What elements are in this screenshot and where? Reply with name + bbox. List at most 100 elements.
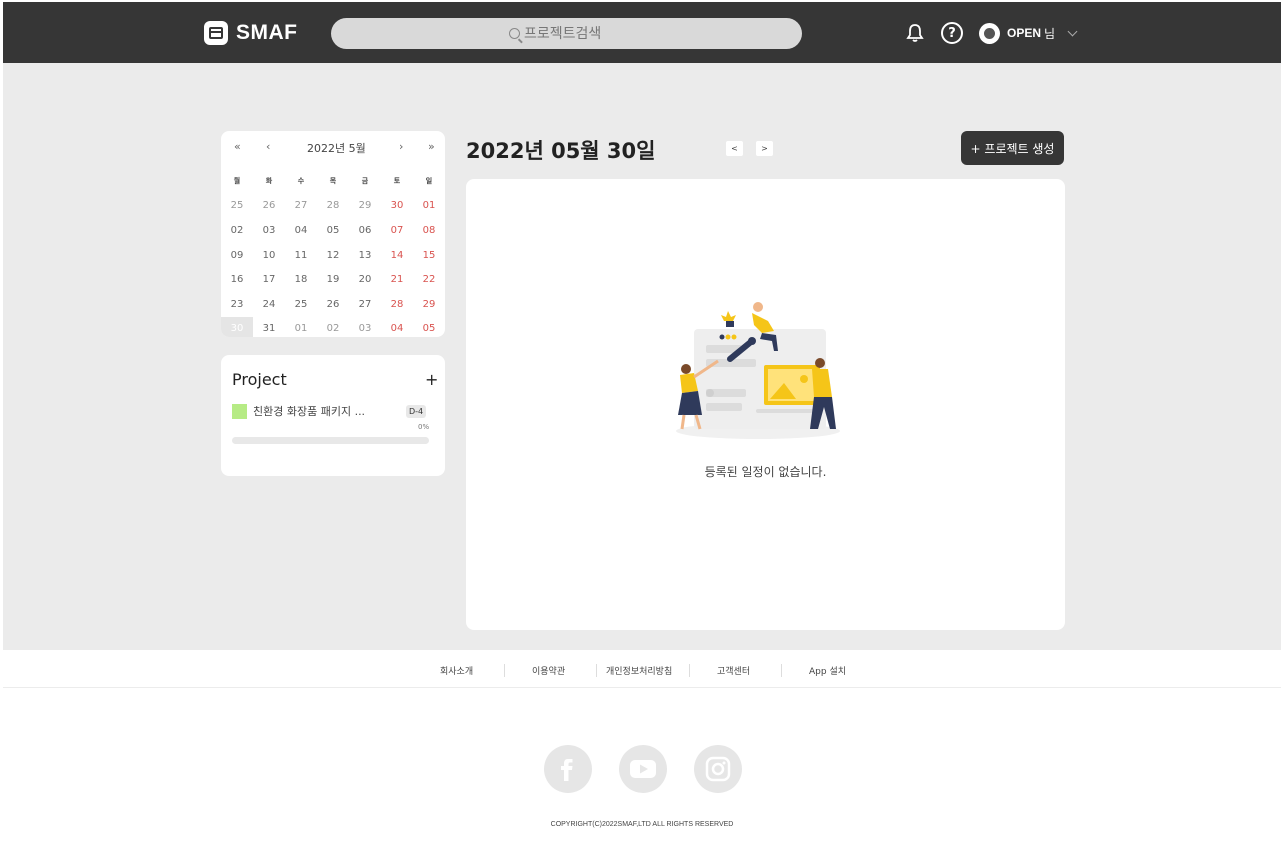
weekday-row: 월 화 수 목 금 토 일 bbox=[221, 169, 445, 194]
project-item[interactable]: 친환경 화장품 패키지 ... bbox=[232, 403, 365, 419]
progress-percent: 0% bbox=[418, 423, 430, 431]
calendar-day[interactable]: 21 bbox=[381, 274, 413, 285]
calendar-day[interactable]: 04 bbox=[285, 225, 317, 236]
calendar-day[interactable]: 30 bbox=[381, 200, 413, 211]
calendar-day[interactable]: 26 bbox=[253, 200, 285, 211]
calendar-day[interactable]: 28 bbox=[381, 299, 413, 310]
calendar-day[interactable]: 03 bbox=[253, 225, 285, 236]
top-header: SMAF ? OPEN 님 bbox=[3, 2, 1281, 63]
calendar-day[interactable]: 10 bbox=[253, 250, 285, 261]
calendar-day[interactable]: 01 bbox=[413, 200, 445, 211]
calendar-day-selected[interactable]: 30 bbox=[221, 316, 253, 337]
footer-link-company[interactable]: 회사소개 bbox=[440, 664, 473, 677]
footer-divider bbox=[504, 664, 505, 677]
footer-divider bbox=[781, 664, 782, 677]
add-project-button[interactable]: + bbox=[425, 370, 438, 389]
prev-year-button[interactable]: « bbox=[234, 140, 241, 153]
search-icon bbox=[509, 28, 520, 39]
calendar-day[interactable]: 29 bbox=[349, 200, 381, 211]
weekday-label: 수 bbox=[297, 177, 305, 186]
weekday-label: 월 bbox=[233, 177, 241, 186]
next-year-button[interactable]: » bbox=[428, 140, 435, 153]
search-bar[interactable] bbox=[331, 18, 802, 49]
footer-link-privacy[interactable]: 개인정보처리방침 bbox=[606, 664, 672, 677]
project-color-swatch bbox=[232, 403, 247, 419]
user-name[interactable]: OPEN bbox=[1007, 26, 1041, 40]
calendar-week: 09 10 11 12 13 14 15 bbox=[221, 243, 445, 268]
calendar-day[interactable]: 28 bbox=[317, 200, 349, 211]
calendar-day[interactable]: 25 bbox=[285, 299, 317, 310]
weekday-label: 일 bbox=[425, 177, 433, 186]
calendar-day[interactable]: 06 bbox=[349, 225, 381, 236]
calendar-day[interactable]: 15 bbox=[413, 250, 445, 261]
calendar-day[interactable]: 27 bbox=[349, 299, 381, 310]
next-month-button[interactable]: › bbox=[399, 140, 403, 153]
calendar-day[interactable]: 02 bbox=[317, 323, 349, 334]
calendar-day[interactable]: 24 bbox=[253, 299, 285, 310]
weekday-label: 금 bbox=[361, 177, 369, 186]
calendar-day[interactable]: 08 bbox=[413, 225, 445, 236]
header-actions: ? OPEN 님 bbox=[903, 21, 1078, 45]
calendar-day[interactable]: 01 bbox=[285, 323, 317, 334]
calendar-day[interactable]: 26 bbox=[317, 299, 349, 310]
footer-links: 회사소개 이용약관 개인정보처리방침 고객센터 App 설치 bbox=[0, 658, 1284, 683]
calendar-day[interactable]: 29 bbox=[413, 299, 445, 310]
facebook-icon[interactable] bbox=[544, 745, 592, 793]
logo[interactable]: SMAF bbox=[204, 21, 298, 45]
calendar-week: 16 17 18 19 20 21 22 bbox=[221, 267, 445, 292]
logo-text: SMAF bbox=[236, 21, 298, 44]
calendar-day[interactable]: 23 bbox=[221, 299, 253, 310]
calendar-day[interactable]: 04 bbox=[381, 323, 413, 334]
dday-badge: D-4 bbox=[406, 405, 427, 418]
calendar-day[interactable]: 02 bbox=[221, 225, 253, 236]
project-panel-title: Project bbox=[232, 370, 287, 389]
youtube-icon[interactable] bbox=[619, 745, 667, 793]
create-project-button[interactable]: + 프로젝트 생성 bbox=[961, 131, 1064, 165]
footer-link-app[interactable]: App 설치 bbox=[809, 664, 846, 677]
bell-icon[interactable] bbox=[903, 21, 927, 45]
calendar-day[interactable]: 11 bbox=[285, 250, 317, 261]
instagram-icon[interactable] bbox=[694, 745, 742, 793]
project-panel: Project + 친환경 화장품 패키지 ... D-4 0% bbox=[221, 355, 445, 476]
next-day-button[interactable]: > bbox=[756, 141, 773, 156]
calendar-week: 02 03 04 05 06 07 08 bbox=[221, 218, 445, 243]
weekday-label: 화 bbox=[265, 177, 273, 186]
calendar-day[interactable]: 05 bbox=[317, 225, 349, 236]
calendar-day[interactable]: 14 bbox=[381, 250, 413, 261]
calendar-grid: 월 화 수 목 금 토 일 25 26 27 28 29 30 01 02 03… bbox=[221, 169, 445, 337]
footer-link-support[interactable]: 고객센터 bbox=[717, 664, 750, 677]
calendar-day[interactable]: 22 bbox=[413, 274, 445, 285]
calendar-logo-icon bbox=[204, 21, 228, 45]
calendar-day[interactable]: 17 bbox=[253, 274, 285, 285]
search-input[interactable] bbox=[524, 25, 624, 42]
chevron-down-icon[interactable] bbox=[1067, 26, 1078, 36]
main-area: « ‹ 2022년 5월 › » 월 화 수 목 금 토 일 25 26 27 … bbox=[3, 63, 1281, 650]
calendar-day[interactable]: 31 bbox=[253, 323, 285, 334]
calendar-day[interactable]: 12 bbox=[317, 250, 349, 261]
calendar-day[interactable]: 05 bbox=[413, 323, 445, 334]
calendar-day[interactable]: 25 bbox=[221, 200, 253, 211]
footer-link-terms[interactable]: 이용약관 bbox=[532, 664, 565, 677]
selected-date-title: 2022년 05월 30일 bbox=[466, 139, 656, 163]
calendar-day[interactable]: 20 bbox=[349, 274, 381, 285]
avatar[interactable] bbox=[979, 22, 1000, 44]
calendar-day[interactable]: 09 bbox=[221, 250, 253, 261]
calendar-day[interactable]: 07 bbox=[381, 225, 413, 236]
calendar-day[interactable]: 19 bbox=[317, 274, 349, 285]
calendar-week: 30 31 01 02 03 04 05 bbox=[221, 316, 445, 337]
footer-divider bbox=[596, 664, 597, 677]
prev-day-button[interactable]: < bbox=[726, 141, 743, 156]
help-icon[interactable]: ? bbox=[941, 22, 963, 44]
empty-schedule-illustration bbox=[676, 302, 840, 439]
calendar-day[interactable]: 27 bbox=[285, 200, 317, 211]
calendar-day[interactable]: 18 bbox=[285, 274, 317, 285]
footer-divider bbox=[689, 664, 690, 677]
user-suffix: 님 bbox=[1044, 26, 1056, 41]
copyright-text: COPYRIGHT(C)2022SMAF,LTD ALL RIGHTS RESE… bbox=[550, 821, 734, 828]
calendar-day[interactable]: 03 bbox=[349, 323, 381, 334]
project-name[interactable]: 친환경 화장품 패키지 ... bbox=[253, 403, 365, 419]
prev-month-button[interactable]: ‹ bbox=[266, 140, 270, 153]
progress-bar bbox=[232, 437, 429, 444]
calendar-day[interactable]: 13 bbox=[349, 250, 381, 261]
calendar-day[interactable]: 16 bbox=[221, 274, 253, 285]
